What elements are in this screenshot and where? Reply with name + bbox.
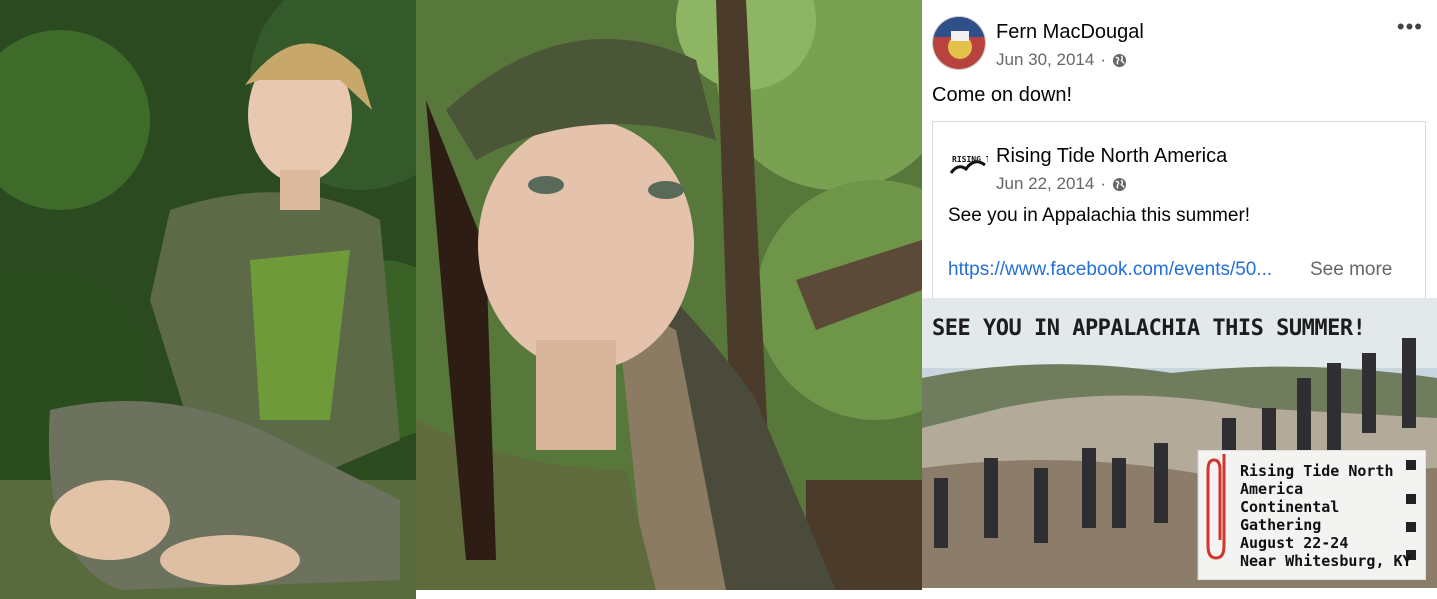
event-note-line: America (1240, 480, 1304, 498)
globe-icon (1112, 53, 1127, 68)
event-note-line: August 22-24 (1240, 534, 1349, 552)
see-more-link[interactable]: See more (1310, 259, 1392, 281)
event-link[interactable]: https://www.facebook.com/events/50... (948, 259, 1272, 281)
author-name[interactable]: Fern MacDougal (996, 21, 1144, 44)
globe-icon (1112, 177, 1127, 192)
event-note-line: Continental (1240, 498, 1340, 516)
event-note-line: Near Whitesburg, KY (1240, 552, 1412, 570)
facebook-post: Fern MacDougal Jun 30, 2014 · ••• Come o… (922, 0, 1437, 599)
event-note-card: Rising Tide North America Continental Ga… (1190, 450, 1426, 580)
more-options-icon[interactable]: ••• (1397, 14, 1423, 40)
rising-tide-logo: RISING TIDE (948, 149, 1005, 179)
post-date[interactable]: Jun 30, 2014 (996, 50, 1094, 70)
event-note-line: Gathering (1240, 516, 1322, 534)
shared-post-meta: Jun 22, 2014 · (996, 174, 1127, 194)
logo-text: RISING TIDE (952, 155, 988, 164)
meta-separator: · (1100, 50, 1106, 69)
post-text: Come on down! (932, 84, 1073, 106)
shared-post[interactable]: RISING TIDE Rising Tide North America Ju… (932, 121, 1426, 299)
author-avatar[interactable] (932, 16, 986, 70)
photo-woman-sitting (0, 0, 416, 599)
photo-woman-selfie (416, 0, 922, 590)
meta-separator: · (1100, 174, 1106, 193)
shared-post-text: See you in Appalachia this summer! (948, 205, 1251, 226)
event-headline: SEE YOU IN APPALACHIA THIS SUMMER! (932, 316, 1366, 341)
post-meta: Jun 30, 2014 · (996, 50, 1127, 70)
event-note-line: Rising Tide North (1240, 462, 1394, 480)
event-image[interactable]: SEE YOU IN APPALACHIA THIS SUMMER! Risin… (922, 298, 1437, 588)
shared-author-name[interactable]: Rising Tide North America (996, 145, 1227, 168)
shared-post-date[interactable]: Jun 22, 2014 (996, 174, 1094, 194)
